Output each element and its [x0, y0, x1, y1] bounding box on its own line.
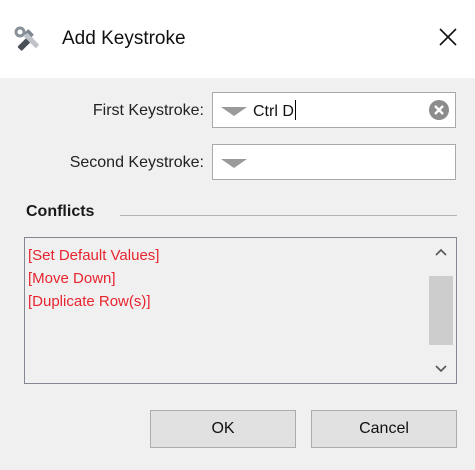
scroll-thumb[interactable] [429, 276, 453, 345]
dropdown-arrow-icon[interactable] [221, 107, 247, 116]
second-keystroke-label: Second Keystroke: [69, 154, 204, 171]
first-keystroke-value: Ctrl D [253, 100, 296, 121]
second-keystroke-field[interactable] [212, 144, 456, 180]
scroll-up-button[interactable] [426, 238, 456, 266]
window-title: Add Keystroke [62, 28, 186, 49]
title-bar: Add Keystroke [0, 0, 475, 78]
vertical-scrollbar[interactable] [426, 238, 456, 383]
conflicts-divider [120, 215, 457, 216]
chevron-down-icon [435, 360, 447, 378]
conflicts-list[interactable]: [Set Default Values] [Move Down] [Duplic… [24, 237, 457, 384]
ok-button[interactable]: OK [150, 410, 296, 448]
cancel-button[interactable]: Cancel [311, 410, 457, 448]
close-button[interactable] [427, 18, 469, 60]
list-item: [Move Down] [28, 270, 116, 287]
close-icon [438, 27, 458, 52]
dialog-content: First Keystroke: Ctrl D Second Keystroke… [0, 78, 475, 470]
scroll-down-button[interactable] [426, 355, 456, 383]
dropdown-arrow-icon[interactable] [221, 159, 247, 168]
chevron-up-icon [435, 243, 447, 261]
clear-icon[interactable] [428, 99, 450, 121]
first-keystroke-field[interactable]: Ctrl D [212, 92, 456, 128]
list-item: [Set Default Values] [28, 247, 160, 264]
tools-icon [14, 26, 42, 54]
list-item: [Duplicate Row(s)] [28, 293, 151, 310]
first-keystroke-label: First Keystroke: [92, 102, 204, 119]
conflicts-heading: Conflicts [26, 203, 95, 220]
